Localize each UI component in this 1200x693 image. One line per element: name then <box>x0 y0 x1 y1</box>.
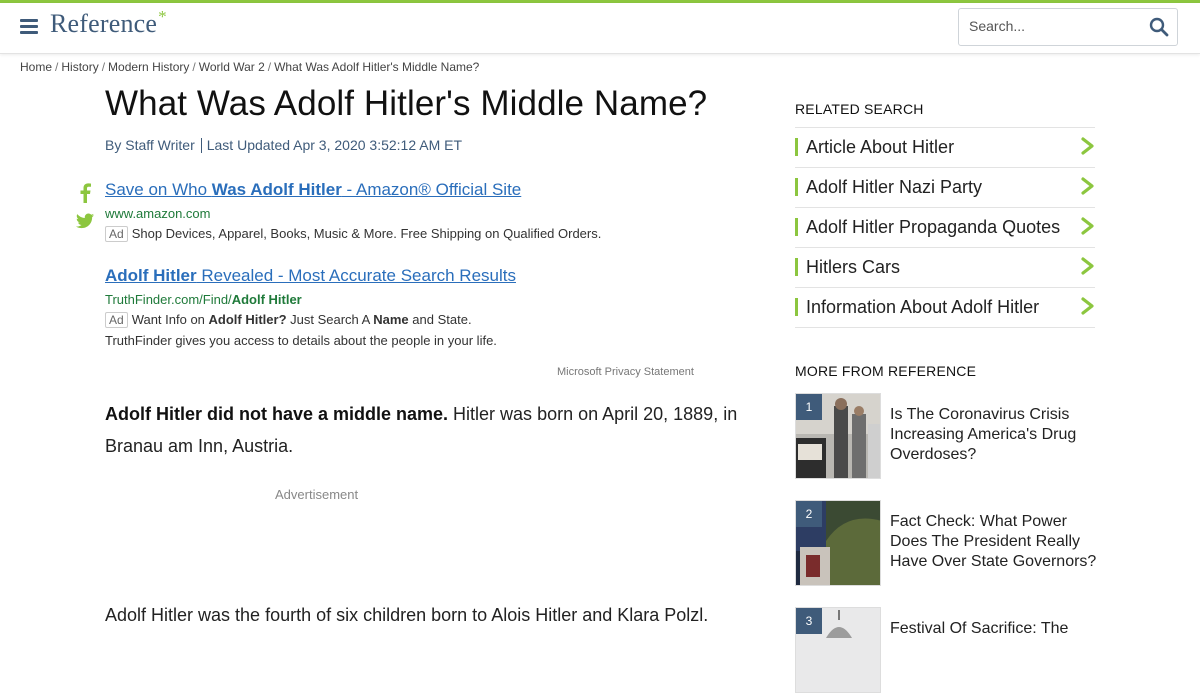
related-search-item[interactable]: Information About Adolf Hitler <box>795 288 1095 328</box>
related-search-label: Information About Adolf Hitler <box>806 297 1040 317</box>
ad-description-text: and State. <box>408 312 472 327</box>
ad-display-url[interactable]: www.amazon.com <box>105 206 601 221</box>
ad-title-link[interactable]: Adolf Hitler Revealed - Most Accurate Se… <box>105 266 516 286</box>
article-thumbnail: 1 <box>795 393 881 479</box>
sponsored-ad: Adolf Hitler Revealed - Most Accurate Se… <box>105 266 516 348</box>
more-article-card[interactable]: 1 Is The Coronavirus Crisis Increasing A… <box>795 393 1100 479</box>
related-search-item[interactable]: Adolf Hitler Nazi Party <box>795 168 1095 208</box>
related-search-label: Adolf Hitler Nazi Party <box>806 177 983 197</box>
breadcrumb: Home / History / Modern History / World War 2/… <box>20 60 479 74</box>
lead-bold-text: Adolf Hitler did not have a middle name. <box>105 404 449 424</box>
article-byline: By Staff Writer Last Updated Apr 3, 2020 … <box>105 137 462 153</box>
ad-description-text: Just Search A <box>286 312 374 327</box>
breadcrumb-home[interactable]: Home <box>20 60 52 74</box>
chevron-right-icon <box>1081 177 1094 195</box>
hamburger-menu-icon[interactable] <box>20 19 38 35</box>
ad-title-keyword: Was Adolf Hitler <box>211 180 342 199</box>
ad-url-text: TruthFinder.com/Find/ <box>105 292 232 307</box>
more-article-title: Festival Of Sacrifice: The <box>890 620 1069 637</box>
logo-text: Reference <box>50 9 158 38</box>
privacy-statement-link[interactable]: Microsoft Privacy Statement <box>557 366 694 378</box>
ad-description-line-2: TruthFinder gives you access to details … <box>105 333 497 348</box>
ad-description: Ad Want Info on Adolf Hitler? Just Search… <box>105 312 516 328</box>
ad-description-keyword: Name <box>373 312 409 327</box>
related-search-heading: RELATED SEARCH <box>795 101 924 117</box>
article-paragraph: Adolf Hitler was the fourth of six child… <box>105 605 709 625</box>
ad-display-url[interactable]: TruthFinder.com/Find/Adolf Hitler <box>105 292 516 307</box>
breadcrumb-current-page[interactable]: What Was Adolf Hitler's Middle Name? <box>274 60 479 74</box>
related-search-item[interactable]: Article About Hitler <box>795 128 1095 168</box>
sponsored-ad: Save on Who Was Adolf Hitler - Amazon® O… <box>105 180 601 242</box>
site-logo[interactable]: Reference* <box>50 7 167 39</box>
ad-description-text: Shop Devices, Apparel, Books, Music & Mo… <box>131 226 602 241</box>
search-icon[interactable] <box>1149 17 1169 37</box>
breadcrumb-separator: / <box>55 60 59 74</box>
ad-title-text: Revealed - Most Accurate Search Results <box>196 266 516 285</box>
search-input[interactable] <box>969 18 1134 34</box>
article-thumbnail: 3 <box>795 607 881 693</box>
rank-badge: 3 <box>796 608 822 634</box>
more-article-card[interactable]: 3 Festival Of Sacrifice: The <box>795 607 1100 693</box>
ad-description: Ad Shop Devices, Apparel, Books, Music & … <box>105 226 601 242</box>
article-thumbnail: 2 <box>795 500 881 586</box>
related-search-item[interactable]: Hitlers Cars <box>795 248 1095 288</box>
ad-description-text: Want Info on <box>131 312 209 327</box>
chevron-right-icon <box>1081 217 1094 235</box>
rank-badge: 1 <box>796 394 822 420</box>
facebook-icon[interactable] <box>78 183 92 203</box>
breadcrumb-separator: / <box>267 60 272 74</box>
ad-url-keyword: Adolf Hitler <box>231 292 302 307</box>
breadcrumb-world-war-2[interactable]: World War 2 <box>199 60 265 74</box>
related-search-label: Hitlers Cars <box>806 257 901 277</box>
related-search-label: Adolf Hitler Propaganda Quotes <box>806 217 1061 237</box>
more-article-card[interactable]: 2 Fact Check: What Power Does The Presid… <box>795 500 1100 586</box>
item-accent-bar <box>795 258 798 276</box>
page-title: What Was Adolf Hitler's Middle Name? <box>105 84 708 123</box>
article-lead-paragraph: Adolf Hitler did not have a middle name.… <box>105 398 745 462</box>
item-accent-bar <box>795 218 798 236</box>
author-label: By Staff Writer <box>105 137 195 153</box>
ad-title-text: Save on Who <box>105 180 212 199</box>
more-article-title: Is The Coronavirus Crisis Increasing Ame… <box>890 406 1077 463</box>
ad-badge: Ad <box>105 312 128 328</box>
item-accent-bar <box>795 138 798 156</box>
search-box <box>958 8 1178 46</box>
more-from-reference-heading: MORE FROM REFERENCE <box>795 363 977 379</box>
related-search-label: Article About Hitler <box>806 137 955 157</box>
ad-title-link[interactable]: Save on Who Was Adolf Hitler - Amazon® O… <box>105 180 601 200</box>
breadcrumb-history[interactable]: History <box>61 60 98 74</box>
last-updated-label: Last Updated Apr 3, 2020 3:52:12 AM ET <box>206 137 463 153</box>
item-accent-bar <box>795 298 798 316</box>
site-header: Reference* <box>0 3 1200 54</box>
breadcrumb-modern-history[interactable]: Modern History <box>108 60 189 74</box>
ad-badge: Ad <box>105 226 128 242</box>
byline-divider <box>200 138 202 153</box>
chevron-right-icon <box>1081 257 1094 275</box>
chevron-right-icon <box>1081 297 1094 315</box>
ad-title-keyword: Adolf Hitler <box>105 266 197 285</box>
rank-badge: 2 <box>796 501 822 527</box>
chevron-right-icon <box>1081 137 1094 155</box>
ad-url-text: www.amazon.com <box>105 206 211 221</box>
related-search-item[interactable]: Adolf Hitler Propaganda Quotes <box>795 208 1095 248</box>
item-accent-bar <box>795 178 798 196</box>
related-search-list: Article About Hitler Adolf Hitler Nazi P… <box>795 127 1095 328</box>
ad-description-keyword: Adolf Hitler? <box>208 312 287 327</box>
advertisement-label: Advertisement <box>275 487 359 502</box>
ad-title-text: - Amazon® Official Site <box>341 180 522 199</box>
more-article-title: Fact Check: What Power Does The Presiden… <box>890 513 1097 570</box>
breadcrumb-separator: / <box>192 60 196 74</box>
logo-star-icon: * <box>158 7 167 26</box>
twitter-icon[interactable] <box>76 213 94 229</box>
breadcrumb-separator: / <box>101 60 106 74</box>
